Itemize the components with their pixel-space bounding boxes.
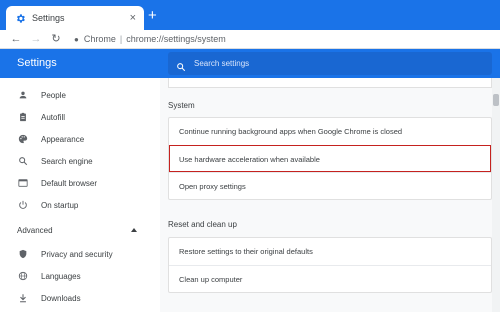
- power-icon: [17, 199, 29, 211]
- close-tab-icon[interactable]: ×: [130, 12, 136, 24]
- sidebar-item-label: Search engine: [41, 156, 93, 166]
- address-separator: |: [119, 34, 123, 44]
- reload-icon[interactable]: ↻: [48, 33, 64, 45]
- back-arrow-icon[interactable]: ←: [8, 33, 24, 45]
- sidebar-item-label: People: [41, 90, 66, 100]
- sidebar-item-downloads[interactable]: Downloads: [0, 288, 160, 308]
- new-tab-button[interactable]: +: [148, 8, 157, 23]
- background-apps-row[interactable]: Continue running background apps when Go…: [169, 118, 491, 145]
- sidebar-item-search-engine[interactable]: Search engine: [0, 151, 160, 171]
- settings-header: Settings: [0, 49, 500, 78]
- sidebar-item-label: Downloads: [41, 293, 81, 303]
- globe-icon: [17, 270, 29, 282]
- tab-title: Settings: [32, 13, 65, 23]
- clean-up-computer-row[interactable]: Clean up computer: [169, 265, 491, 292]
- sidebar-item-autofill[interactable]: Autofill: [0, 107, 160, 127]
- search-box[interactable]: [168, 52, 492, 75]
- palette-icon: [17, 133, 29, 145]
- address-bar[interactable]: ● Chrome | chrome://settings/system: [74, 34, 226, 44]
- sidebar-item-languages[interactable]: Languages: [0, 266, 160, 286]
- tab-settings[interactable]: Settings ×: [6, 6, 144, 30]
- sidebar-item-label: Autofill: [41, 112, 66, 122]
- section-title-reset: Reset and clean up: [168, 220, 237, 229]
- restore-defaults-row[interactable]: Restore settings to their original defau…: [169, 238, 491, 265]
- chrome-info-icon[interactable]: ●: [74, 35, 79, 44]
- advanced-toggle[interactable]: Advanced: [17, 224, 137, 236]
- page-title: Settings: [17, 57, 57, 69]
- search-icon: [176, 59, 186, 71]
- address-url: chrome://settings/system: [126, 34, 226, 44]
- scrollbar-track[interactable]: [492, 78, 500, 312]
- search-icon: [17, 155, 29, 167]
- hardware-acceleration-row[interactable]: Use hardware acceleration when available: [169, 145, 491, 172]
- previous-card-bottom: [168, 78, 492, 88]
- gear-icon: [14, 12, 26, 24]
- main-content: System Continue running background apps …: [160, 78, 500, 312]
- sidebar-item-label: Languages: [41, 271, 81, 281]
- section-title-system: System: [168, 101, 195, 110]
- shield-icon: [17, 248, 29, 260]
- search-input[interactable]: [194, 59, 394, 68]
- download-icon: [17, 292, 29, 304]
- open-proxy-settings-row[interactable]: Open proxy settings: [169, 172, 491, 199]
- reset-card: Restore settings to their original defau…: [168, 237, 492, 293]
- scrollbar-thumb[interactable]: [493, 94, 499, 106]
- sidebar-item-label: Default browser: [41, 178, 98, 188]
- sidebar-item-label: On startup: [41, 200, 79, 210]
- sidebar-item-people[interactable]: People: [0, 85, 160, 105]
- sidebar: People Autofill Appearance Search engine…: [0, 78, 160, 312]
- caret-up-icon: [131, 228, 137, 232]
- person-icon: [17, 89, 29, 101]
- sidebar-item-appearance[interactable]: Appearance: [0, 129, 160, 149]
- browser-toolbar: ← → ↻ ● Chrome | chrome://settings/syste…: [0, 30, 500, 48]
- sidebar-item-default-browser[interactable]: Default browser: [0, 173, 160, 193]
- sidebar-item-label: Privacy and security: [41, 249, 113, 259]
- sidebar-item-privacy[interactable]: Privacy and security: [0, 244, 160, 264]
- system-card: Continue running background apps when Go…: [168, 117, 492, 200]
- tab-strip: Settings × +: [0, 0, 500, 30]
- sidebar-item-on-startup[interactable]: On startup: [0, 195, 160, 215]
- advanced-label: Advanced: [17, 225, 53, 235]
- forward-arrow-icon[interactable]: →: [28, 33, 44, 45]
- browser-icon: [17, 177, 29, 189]
- address-host: Chrome: [83, 34, 116, 44]
- clipboard-icon: [17, 111, 29, 123]
- sidebar-item-label: Appearance: [41, 134, 85, 144]
